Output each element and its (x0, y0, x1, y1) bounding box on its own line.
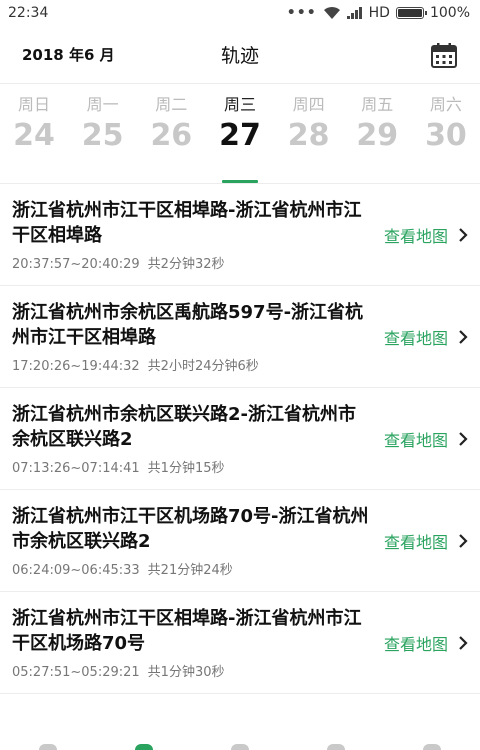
day-label: 周二 (155, 95, 188, 114)
view-map-button[interactable]: 查看地图 (384, 223, 468, 247)
track-meta: 07:13:26~07:14:41 共1分钟15秒 (12, 457, 372, 476)
track-route: 浙江省杭州市余杭区联兴路2-浙江省杭州市余杭区联兴路2 (12, 403, 356, 450)
day-label: 周五 (361, 95, 394, 114)
track-meta: 05:27:51~05:29:21 共1分钟30秒 (12, 661, 372, 680)
track-duration: 共1分钟30秒 (147, 664, 225, 680)
day-label: 周六 (429, 95, 462, 114)
view-map-label: 查看地图 (383, 328, 448, 348)
track-item[interactable]: 浙江省杭州市江干区相埠路-浙江省杭州市江干区相埠路 20:37:57~20:40:… (0, 184, 480, 286)
track-item[interactable]: 浙江省杭州市江干区机场路70号-浙江省杭州市余杭区联兴路2 06:24:09~06… (0, 490, 480, 592)
battery-percent: 100% (429, 5, 470, 21)
status-icons: ••• HD 100% (287, 5, 470, 21)
selected-day-indicator (221, 180, 258, 183)
status-bar: 22:34 ••• HD 100% (0, 0, 480, 26)
day-number: 28 (287, 118, 330, 153)
header: 2018 年6 月 轨迹 (0, 26, 480, 84)
track-route: 浙江省杭州市江干区相埠路-浙江省杭州市江干区相埠路 (12, 199, 362, 246)
day-30[interactable]: 周六 30 (412, 94, 480, 183)
track-time-range: 05:27:51~05:29:21 (12, 664, 140, 680)
bottom-nav (0, 738, 480, 750)
track-meta: 06:24:09~06:45:33 共21分钟24秒 (12, 559, 372, 578)
nav-tab-5[interactable] (423, 744, 441, 750)
nav-tab-2[interactable] (135, 744, 153, 750)
week-selector: 周日 24 周一 25 周二 26 周三 27 周四 28 周五 29 周六 30 (0, 84, 480, 184)
track-info: 浙江省杭州市江干区相埠路-浙江省杭州市江干区相埠路 20:37:57~20:40:… (12, 198, 384, 272)
day-label: 周四 (292, 95, 325, 114)
day-label: 周日 (17, 95, 50, 114)
wifi-icon (323, 6, 340, 19)
view-map-label: 查看地图 (383, 226, 448, 246)
view-map-button[interactable]: 查看地图 (384, 631, 468, 655)
day-label: 周一 (86, 95, 119, 114)
day-29[interactable]: 周五 29 (343, 94, 411, 183)
track-time-range: 06:24:09~06:45:33 (12, 562, 140, 578)
track-list: 浙江省杭州市江干区相埠路-浙江省杭州市江干区相埠路 20:37:57~20:40:… (0, 184, 480, 694)
day-28[interactable]: 周四 28 (275, 94, 343, 183)
track-item[interactable]: 浙江省杭州市余杭区联兴路2-浙江省杭州市余杭区联兴路2 07:13:26~07:1… (0, 388, 480, 490)
track-route: 浙江省杭州市江干区相埠路-浙江省杭州市江干区机场路70号 (12, 607, 362, 654)
track-meta: 20:37:57~20:40:29 共2分钟32秒 (12, 253, 372, 272)
day-number: 24 (13, 118, 55, 153)
day-number: 26 (150, 118, 193, 153)
chevron-right-icon (459, 635, 468, 650)
track-item[interactable]: 浙江省杭州市余杭区禹航路597号-浙江省杭州市江干区相埠路 17:20:26~19… (0, 286, 480, 388)
track-route: 浙江省杭州市江干区机场路70号-浙江省杭州市余杭区联兴路2 (12, 505, 369, 552)
day-number: 29 (356, 118, 399, 153)
chevron-right-icon (459, 431, 468, 446)
view-map-button[interactable]: 查看地图 (384, 325, 468, 349)
track-duration: 共2分钟32秒 (147, 256, 225, 272)
track-meta: 17:20:26~19:44:32 共2小时24分钟6秒 (12, 355, 372, 374)
track-item[interactable]: 浙江省杭州市江干区相埠路-浙江省杭州市江干区机场路70号 05:27:51~05:… (0, 592, 480, 694)
track-time-range: 17:20:26~19:44:32 (12, 358, 140, 374)
battery-icon (395, 7, 427, 19)
nav-tab-3[interactable] (231, 744, 249, 750)
battery-fill (397, 9, 422, 17)
day-number: 30 (425, 118, 467, 153)
track-duration: 共2小时24分钟6秒 (147, 358, 259, 374)
month-selector[interactable]: 2018 年6 月 (22, 44, 115, 65)
day-number: 27 (219, 118, 261, 153)
track-duration: 共21分钟24秒 (147, 562, 233, 578)
view-map-label: 查看地图 (383, 634, 448, 654)
nav-tab-4[interactable] (327, 744, 345, 750)
track-info: 浙江省杭州市余杭区禹航路597号-浙江省杭州市江干区相埠路 17:20:26~19… (12, 300, 384, 374)
notification-dots: ••• (286, 5, 317, 21)
day-25[interactable]: 周一 25 (69, 94, 137, 183)
view-map-label: 查看地图 (383, 430, 448, 450)
track-time-range: 07:13:26~07:14:41 (12, 460, 140, 476)
signal-icon (346, 7, 362, 19)
chevron-right-icon (459, 329, 468, 344)
network-type: HD (368, 5, 390, 21)
status-time: 22:34 (8, 5, 49, 21)
day-label: 周三 (223, 95, 256, 114)
track-time-range: 20:37:57~20:40:29 (12, 256, 140, 272)
chevron-right-icon (459, 533, 468, 548)
chevron-right-icon (459, 227, 468, 242)
track-info: 浙江省杭州市江干区机场路70号-浙江省杭州市余杭区联兴路2 06:24:09~06… (12, 504, 384, 578)
day-26[interactable]: 周二 26 (137, 94, 205, 183)
day-number: 25 (81, 118, 124, 153)
nav-tab-1[interactable] (39, 744, 57, 750)
track-duration: 共1分钟15秒 (147, 460, 225, 476)
view-map-button[interactable]: 查看地图 (384, 529, 468, 553)
calendar-icon[interactable] (430, 41, 458, 69)
view-map-label: 查看地图 (383, 532, 448, 552)
day-27[interactable]: 周三 27 (206, 94, 274, 183)
track-info: 浙江省杭州市余杭区联兴路2-浙江省杭州市余杭区联兴路2 07:13:26~07:1… (12, 402, 384, 476)
track-info: 浙江省杭州市江干区相埠路-浙江省杭州市江干区机场路70号 05:27:51~05:… (12, 606, 384, 680)
track-route: 浙江省杭州市余杭区禹航路597号-浙江省杭州市江干区相埠路 (12, 301, 364, 348)
day-24[interactable]: 周日 24 (0, 94, 68, 183)
view-map-button[interactable]: 查看地图 (384, 427, 468, 451)
